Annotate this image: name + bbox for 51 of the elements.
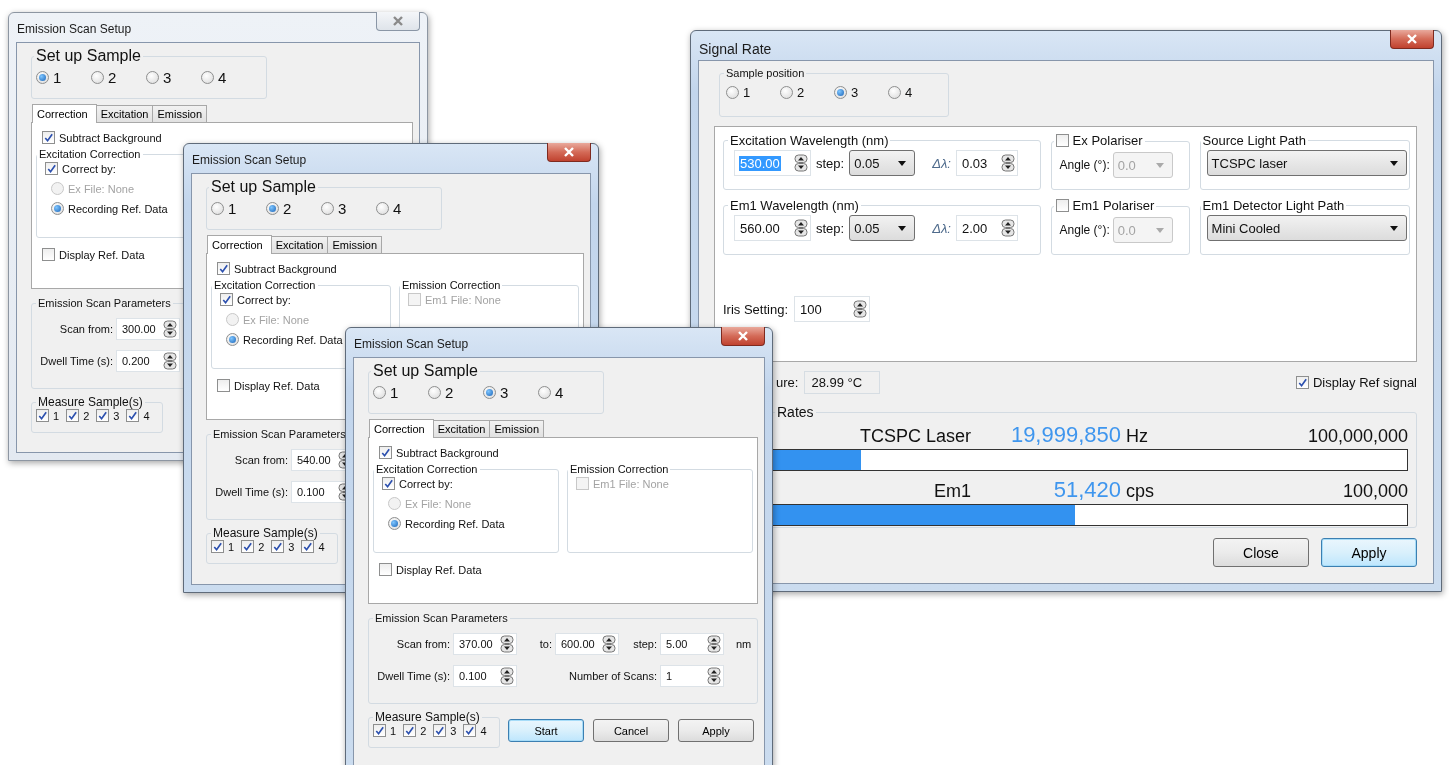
field-label: Angle (°): (1059, 223, 1110, 237)
group-label: Emission Scan Parameters (374, 612, 509, 624)
field-label: Dwell Time (s): (376, 670, 451, 682)
group-label: Excitation Correction (38, 148, 142, 160)
field-label: Dwell Time (s): (214, 486, 289, 498)
group-label: Excitation Correction (213, 279, 317, 291)
meter-unit: cps (1125, 481, 1155, 502)
field-label: step: (816, 220, 845, 236)
group-label: Source Light Path (1201, 133, 1307, 148)
group-label: Sample position (725, 67, 806, 79)
group-label: Emission Scan Parameters (37, 297, 172, 309)
group-label: Excitation Wavelength (nm) (729, 133, 890, 148)
group-label: Excitation Correction (375, 463, 479, 475)
field-label: ure: (776, 374, 799, 390)
group-label: Measure Sample(s) (37, 395, 144, 409)
temperature-readout: 28.99 °C (804, 370, 881, 394)
window-title: Emission Scan Setup (192, 153, 307, 167)
field-label: to: (538, 638, 553, 650)
field-label: Scan from: (395, 638, 451, 650)
group-label: Set up Sample (372, 362, 479, 380)
group-label: Emission Correction (569, 463, 670, 475)
field-label: step: (816, 155, 845, 171)
window-title: Emission Scan Setup (354, 337, 469, 351)
window-title: Emission Scan Setup (17, 22, 132, 36)
group-label: Measure Sample(s) (212, 526, 319, 540)
meter-maximum: 100,000 (1341, 481, 1408, 502)
field-label: Scan from: (58, 323, 114, 335)
unit-label: nm (735, 638, 753, 650)
group-label: Set up Sample (210, 178, 317, 196)
group-label: Rates (776, 404, 815, 420)
field-label: Angle (°): (1059, 158, 1110, 172)
meter-name: Em1 (933, 481, 972, 502)
meter-value: 51,420 (1052, 477, 1121, 503)
field-label: Dwell Time (s): (39, 355, 114, 367)
group-label: Em1 Detector Light Path (1201, 198, 1346, 213)
field-label: Number of Scans: (567, 670, 658, 682)
group-label: Measure Sample(s) (374, 710, 481, 724)
group-label: Em1 Wavelength (nm) (729, 198, 860, 213)
group-label: Set up Sample (35, 47, 142, 65)
field-label: Scan from: (233, 454, 289, 466)
group-label: Emission Scan Parameters (212, 428, 347, 440)
field-label: Δλ: (932, 220, 951, 236)
window-title: Signal Rate (699, 41, 772, 57)
field-label: step: (632, 638, 658, 650)
meter-value: 19,999,850 (1009, 422, 1121, 448)
meter-name: TCSPC Laser (858, 426, 972, 447)
field-label: Iris Setting: (723, 301, 789, 317)
meter-maximum: 100,000,000 (1306, 426, 1408, 447)
field-label: Δλ: (932, 155, 951, 171)
meter-unit: Hz (1125, 426, 1149, 447)
group-label: Emission Correction (401, 279, 502, 291)
